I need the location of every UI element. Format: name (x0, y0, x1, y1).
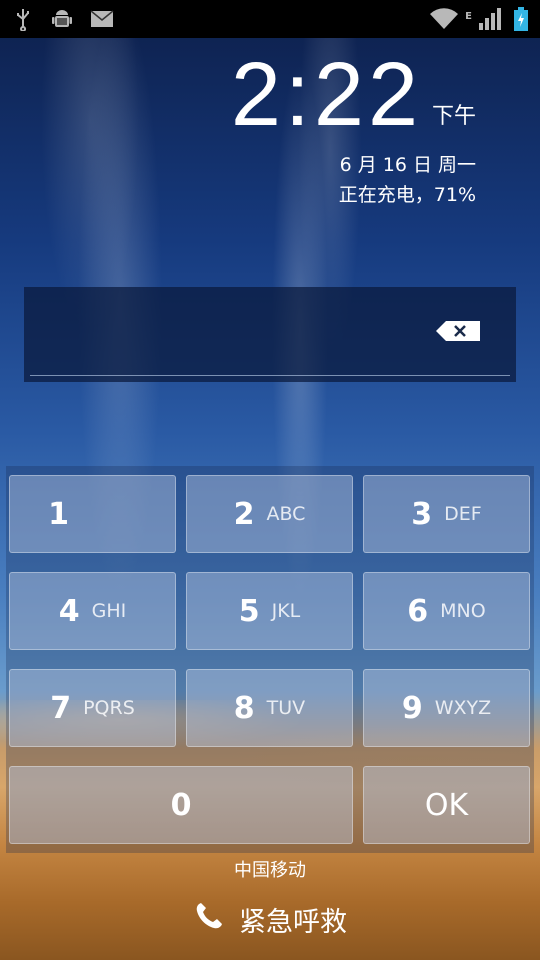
backspace-icon[interactable] (436, 321, 480, 341)
pin-underline (30, 375, 510, 376)
status-bar: E (0, 0, 540, 38)
time-display: 2:22 (230, 45, 422, 145)
pin-entry-field[interactable] (24, 287, 516, 382)
ok-label: OK (424, 787, 469, 823)
ok-button[interactable]: OK (363, 766, 530, 844)
key-letters: WXYZ (434, 697, 492, 719)
key-letters: MNO (440, 600, 486, 622)
key-digit: 3 (411, 496, 433, 532)
key-3[interactable]: 3 DEF (363, 475, 530, 553)
wifi-icon (429, 8, 459, 30)
key-7[interactable]: 7 PQRS (9, 669, 176, 747)
key-digit: 5 (238, 593, 260, 629)
key-digit: 8 (233, 690, 255, 726)
key-letters: JKL (271, 600, 301, 622)
key-letters: DEF (444, 503, 482, 525)
mail-icon (90, 10, 114, 28)
usb-icon (12, 7, 34, 31)
emergency-call-button[interactable]: 紧急呼救 (0, 900, 540, 939)
key-digit: 1 (48, 496, 69, 532)
key-1[interactable]: 1 (9, 475, 176, 553)
carrier-label: 中国移动 (234, 860, 306, 881)
key-5[interactable]: 5 JKL (186, 572, 353, 650)
key-4[interactable]: 4 GHI (9, 572, 176, 650)
key-digit: 0 (170, 787, 192, 823)
key-0[interactable]: 0 (9, 766, 353, 844)
network-e-icon: E (465, 11, 472, 22)
battery-charging-icon (514, 7, 528, 31)
key-letters: ABC (266, 503, 306, 525)
key-letters: GHI (91, 600, 127, 622)
key-digit: 7 (50, 690, 72, 726)
android-debug-icon (50, 7, 74, 31)
key-9[interactable]: 9 WXYZ (363, 669, 530, 747)
date-label: 6 月 16 日 周一 (339, 154, 476, 176)
key-digit: 6 (407, 593, 429, 629)
pin-keypad: 1 2 ABC 3 DEF 4 GHI 5 JKL 6 MNO 7 PQRS 8… (6, 466, 534, 853)
ampm-label: 下午 (431, 104, 476, 129)
key-letters: TUV (266, 697, 306, 719)
charging-status: 正在充电，71% (338, 184, 476, 206)
emergency-call-label: 紧急呼救 (239, 907, 347, 938)
phone-icon (193, 900, 225, 939)
key-8[interactable]: 8 TUV (186, 669, 353, 747)
key-2[interactable]: 2 ABC (186, 475, 353, 553)
key-digit: 4 (58, 593, 80, 629)
key-6[interactable]: 6 MNO (363, 572, 530, 650)
key-digit: 2 (233, 496, 255, 532)
key-letters: PQRS (83, 697, 135, 719)
key-digit: 9 (401, 690, 423, 726)
signal-icon (478, 7, 502, 31)
